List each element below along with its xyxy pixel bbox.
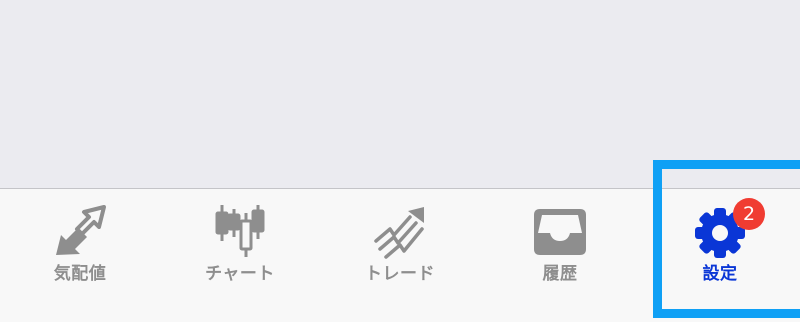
tab-trade[interactable]: トレード bbox=[320, 189, 480, 322]
trend-arrow-icon bbox=[372, 203, 428, 259]
tab-label: 設定 bbox=[702, 264, 738, 284]
tab-label: 気配値 bbox=[53, 264, 107, 284]
tab-label: トレード bbox=[365, 264, 435, 284]
tab-label: 履歴 bbox=[542, 264, 578, 284]
tab-label: チャート bbox=[205, 264, 275, 284]
content-area bbox=[0, 0, 800, 188]
tab-settings[interactable]: 2 設定 bbox=[640, 189, 800, 322]
tab-history[interactable]: 履歴 bbox=[480, 189, 640, 322]
tab-chart[interactable]: チャート bbox=[160, 189, 320, 322]
inbox-tray-icon bbox=[532, 203, 588, 259]
rates-arrows-icon bbox=[52, 203, 108, 259]
candlestick-icon bbox=[212, 203, 268, 259]
app-screen: 気配値 チャート トレード 履歴 2 設定 bbox=[0, 0, 800, 322]
notification-badge: 2 bbox=[733, 198, 765, 230]
tab-bar: 気配値 チャート トレード 履歴 2 設定 bbox=[0, 188, 800, 322]
tab-rates[interactable]: 気配値 bbox=[0, 189, 160, 322]
